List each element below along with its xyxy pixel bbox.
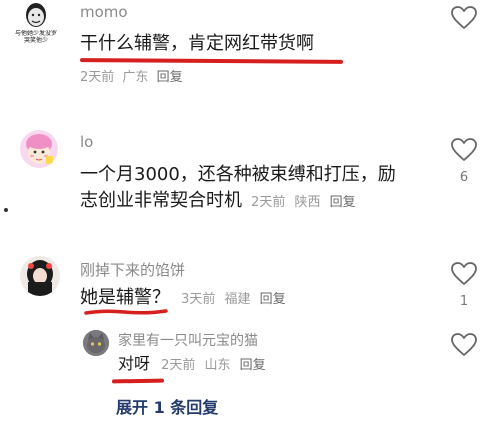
comment-location: 广东 (122, 70, 149, 85)
stray-dot (4, 208, 8, 212)
heart-icon[interactable] (451, 262, 477, 286)
red-underline (111, 378, 165, 384)
comment-text-line-2: 志创业非常契合时机 (80, 190, 242, 211)
heart-icon[interactable] (451, 138, 477, 162)
comment-location: 福建 (224, 292, 251, 307)
meme-avatar-caption: 与他她少发没罗哭笑他少 (14, 30, 57, 44)
heart-icon[interactable] (451, 333, 477, 357)
reply-location: 山东 (204, 358, 231, 373)
reply-text: 对呀 (118, 354, 151, 373)
like-count: 6 (459, 170, 469, 185)
heart-icon[interactable] (451, 6, 477, 30)
red-underline (79, 58, 344, 64)
avatar-xianbing[interactable] (20, 256, 60, 296)
cat-photo-icon (83, 330, 109, 356)
comment-location: 陕西 (294, 195, 321, 210)
comment-username[interactable]: lo (80, 133, 93, 151)
like-count: 1 (459, 294, 469, 309)
cartoon-girl-icon (26, 134, 53, 164)
comment-username[interactable]: momo (80, 3, 128, 21)
comment-time: 2天前 (251, 195, 286, 210)
red-underline (84, 309, 168, 315)
avatar-lo[interactable] (20, 130, 58, 168)
expand-replies-link[interactable]: 展开 1 条回复 (116, 394, 218, 418)
girl-photo-icon (20, 256, 60, 296)
comment-text-line-1: 一个月3000，还各种被束缚和打压，励 (80, 164, 396, 185)
reply-button[interactable]: 回复 (260, 292, 286, 307)
reply-username[interactable]: 家里有一只叫元宝的猫 (118, 330, 258, 350)
comment-text: 干什么辅警，肯定网红带货啊 (80, 33, 314, 54)
comment-text-line-2-row: 志创业非常契合时机 2天前 陕西 回复 (80, 186, 356, 215)
comment-text: 她是辅警？ (80, 287, 170, 308)
comment-username[interactable]: 刚掉下来的馅饼 (80, 259, 185, 280)
reply-text-row: 对呀 2天前 山东 回复 (118, 351, 266, 377)
reply-button[interactable]: 回复 (330, 195, 356, 210)
reply-time: 2天前 (161, 358, 196, 373)
reply-button[interactable]: 回复 (157, 70, 183, 85)
avatar-cat[interactable] (83, 330, 109, 356)
comment-time: 3天前 (181, 292, 216, 307)
comment-time: 2天前 (80, 70, 115, 85)
comment-meta: 2天前 广东 回复 (80, 66, 183, 85)
reply-button[interactable]: 回复 (240, 358, 266, 373)
